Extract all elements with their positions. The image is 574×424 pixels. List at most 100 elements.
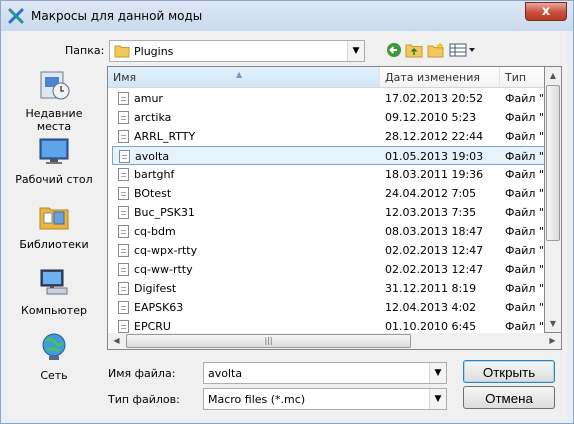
recent-places-icon bbox=[40, 71, 70, 100]
column-header-type[interactable]: Тип bbox=[500, 67, 544, 88]
file-type: Файл " bbox=[505, 282, 544, 295]
scroll-right-button[interactable]: ▶ bbox=[544, 333, 561, 349]
back-icon[interactable] bbox=[385, 42, 403, 58]
file-name: arctika bbox=[134, 111, 172, 124]
file-type: Файл " bbox=[505, 130, 544, 143]
filetype-label: Тип файлов: bbox=[108, 393, 180, 406]
column-date-label: Дата изменения bbox=[385, 71, 480, 84]
file-name-cell[interactable]: Buc_PSK31 bbox=[112, 203, 378, 222]
file-name: BOtest bbox=[134, 187, 172, 200]
table-row[interactable]: Digifest 31.12.2011 8:19 Файл " bbox=[108, 279, 544, 298]
file-icon bbox=[118, 187, 129, 200]
close-button[interactable]: x bbox=[525, 2, 567, 21]
table-row[interactable]: Buc_PSK31 12.03.2013 7:35 Файл " bbox=[108, 203, 544, 222]
scroll-left-button[interactable]: ◀ bbox=[108, 333, 125, 349]
table-row[interactable]: EAPSK63 12.04.2013 4:02 Файл " bbox=[108, 298, 544, 317]
chevron-down-icon[interactable]: ▼ bbox=[347, 41, 364, 61]
place-desktop[interactable]: Рабочий стол bbox=[7, 135, 101, 186]
chevron-down-icon[interactable]: ▼ bbox=[429, 363, 446, 383]
file-type: Файл " bbox=[505, 263, 544, 276]
places-bar: Недавние места Рабочий стол Библиотеки К… bbox=[7, 69, 101, 382]
scroll-down-button[interactable]: ▼ bbox=[545, 315, 561, 332]
table-row[interactable]: avolta 01.05.2013 19:03 Файл " bbox=[108, 146, 544, 165]
file-name-cell[interactable]: avolta bbox=[112, 146, 378, 165]
file-icon bbox=[118, 111, 129, 124]
horizontal-scroll-thumb[interactable]: ||| bbox=[126, 334, 411, 348]
open-file-dialog: Макросы для данной моды x Папка: Plugins… bbox=[0, 0, 574, 424]
table-row[interactable]: ARRL_RTTY 28.12.2012 22:44 Файл " bbox=[108, 127, 544, 146]
file-name: EAPSK63 bbox=[134, 301, 184, 314]
filename-value[interactable]: avolta bbox=[208, 367, 242, 380]
file-type: Файл " bbox=[505, 244, 544, 257]
file-type: Файл " bbox=[505, 92, 544, 105]
file-icon bbox=[118, 225, 129, 238]
column-header-date[interactable]: Дата изменения bbox=[380, 67, 500, 88]
table-row[interactable]: BOtest 24.04.2012 7:05 Файл " bbox=[108, 184, 544, 203]
file-date: 09.12.2010 5:23 bbox=[385, 111, 477, 124]
file-icon bbox=[118, 320, 129, 333]
filetype-value: Macro files (*.mc) bbox=[208, 393, 306, 406]
filename-field[interactable]: avolta ▼ bbox=[203, 362, 447, 384]
place-label: Недавние места bbox=[25, 107, 83, 133]
file-date: 18.03.2011 19:36 bbox=[385, 168, 484, 181]
file-icon bbox=[118, 168, 129, 181]
window-title: Макросы для данной моды bbox=[31, 9, 203, 23]
sort-ascending-icon: ▲ bbox=[236, 70, 243, 79]
cancel-button[interactable]: Отмена bbox=[463, 386, 555, 409]
filetype-dropdown[interactable]: Macro files (*.mc) ▼ bbox=[203, 388, 447, 410]
file-date: 12.03.2013 7:35 bbox=[385, 206, 477, 219]
file-name: EPCRU bbox=[134, 320, 171, 333]
place-network[interactable]: Сеть bbox=[7, 331, 101, 382]
folder-icon bbox=[114, 45, 130, 58]
table-row[interactable]: cq-bdm 08.03.2013 18:47 Файл " bbox=[108, 222, 544, 241]
file-name: cq-bdm bbox=[134, 225, 176, 238]
network-icon bbox=[42, 333, 66, 360]
file-name-cell[interactable]: ARRL_RTTY bbox=[112, 127, 378, 146]
computer-icon bbox=[40, 269, 68, 295]
column-header-name[interactable]: ▲ Имя bbox=[108, 67, 380, 88]
horizontal-scrollbar[interactable]: ◀ ||| ▶ bbox=[107, 333, 562, 350]
file-list[interactable]: ▲ Имя Дата изменения Тип amur 17.02.2013 … bbox=[107, 66, 545, 350]
place-computer[interactable]: Компьютер bbox=[7, 266, 101, 317]
file-name-cell[interactable]: cq-ww-rtty bbox=[112, 260, 378, 279]
file-name-cell[interactable]: bartghf bbox=[112, 165, 378, 184]
table-row[interactable]: amur 17.02.2013 20:52 Файл " bbox=[108, 89, 544, 108]
file-name-cell[interactable]: Digifest bbox=[112, 279, 378, 298]
file-icon bbox=[118, 130, 129, 143]
file-date: 28.12.2012 22:44 bbox=[385, 130, 484, 143]
file-name-cell[interactable]: EAPSK63 bbox=[112, 298, 378, 317]
vertical-scroll-thumb[interactable] bbox=[546, 85, 560, 241]
file-date: 31.12.2011 8:19 bbox=[385, 282, 477, 295]
file-name-cell[interactable]: cq-wpx-rtty bbox=[112, 241, 378, 260]
filename-label: Имя файла: bbox=[108, 367, 176, 380]
view-menu-icon[interactable] bbox=[449, 42, 477, 58]
file-name-cell[interactable]: arctika bbox=[112, 108, 378, 127]
title-bar[interactable]: Макросы для данной моды x bbox=[1, 1, 573, 31]
open-button[interactable]: Открыть bbox=[463, 360, 555, 383]
table-row[interactable]: bartghf 18.03.2011 19:36 Файл " bbox=[108, 165, 544, 184]
file-date: 17.02.2013 20:52 bbox=[385, 92, 484, 105]
table-row[interactable]: arctika 09.12.2010 5:23 Файл " bbox=[108, 108, 544, 127]
file-icon bbox=[118, 301, 129, 314]
file-name: amur bbox=[134, 92, 163, 105]
file-name: Digifest bbox=[134, 282, 177, 295]
lookin-dropdown[interactable]: Plugins ▼ bbox=[109, 40, 365, 62]
scroll-up-button[interactable]: ▲ bbox=[545, 67, 561, 84]
place-label: Сеть bbox=[40, 369, 68, 382]
file-name: bartghf bbox=[134, 168, 175, 181]
table-row[interactable]: cq-ww-rtty 02.02.2013 12:47 Файл " bbox=[108, 260, 544, 279]
file-name-cell[interactable]: BOtest bbox=[112, 184, 378, 203]
new-folder-icon[interactable] bbox=[427, 42, 445, 58]
chevron-down-icon[interactable]: ▼ bbox=[429, 389, 446, 409]
file-icon bbox=[118, 206, 129, 219]
place-recent[interactable]: Недавние места bbox=[7, 69, 101, 133]
file-type: Файл " bbox=[505, 301, 544, 314]
file-name-cell[interactable]: amur bbox=[112, 89, 378, 108]
place-libraries[interactable]: Библиотеки bbox=[7, 200, 101, 251]
file-name-cell[interactable]: cq-bdm bbox=[112, 222, 378, 241]
file-name: Buc_PSK31 bbox=[134, 206, 195, 219]
up-folder-icon[interactable] bbox=[405, 42, 423, 58]
file-icon bbox=[118, 92, 129, 105]
vertical-scrollbar[interactable]: ▲ ▼ bbox=[545, 66, 562, 333]
table-row[interactable]: cq-wpx-rtty 02.02.2013 12:47 Файл " bbox=[108, 241, 544, 260]
